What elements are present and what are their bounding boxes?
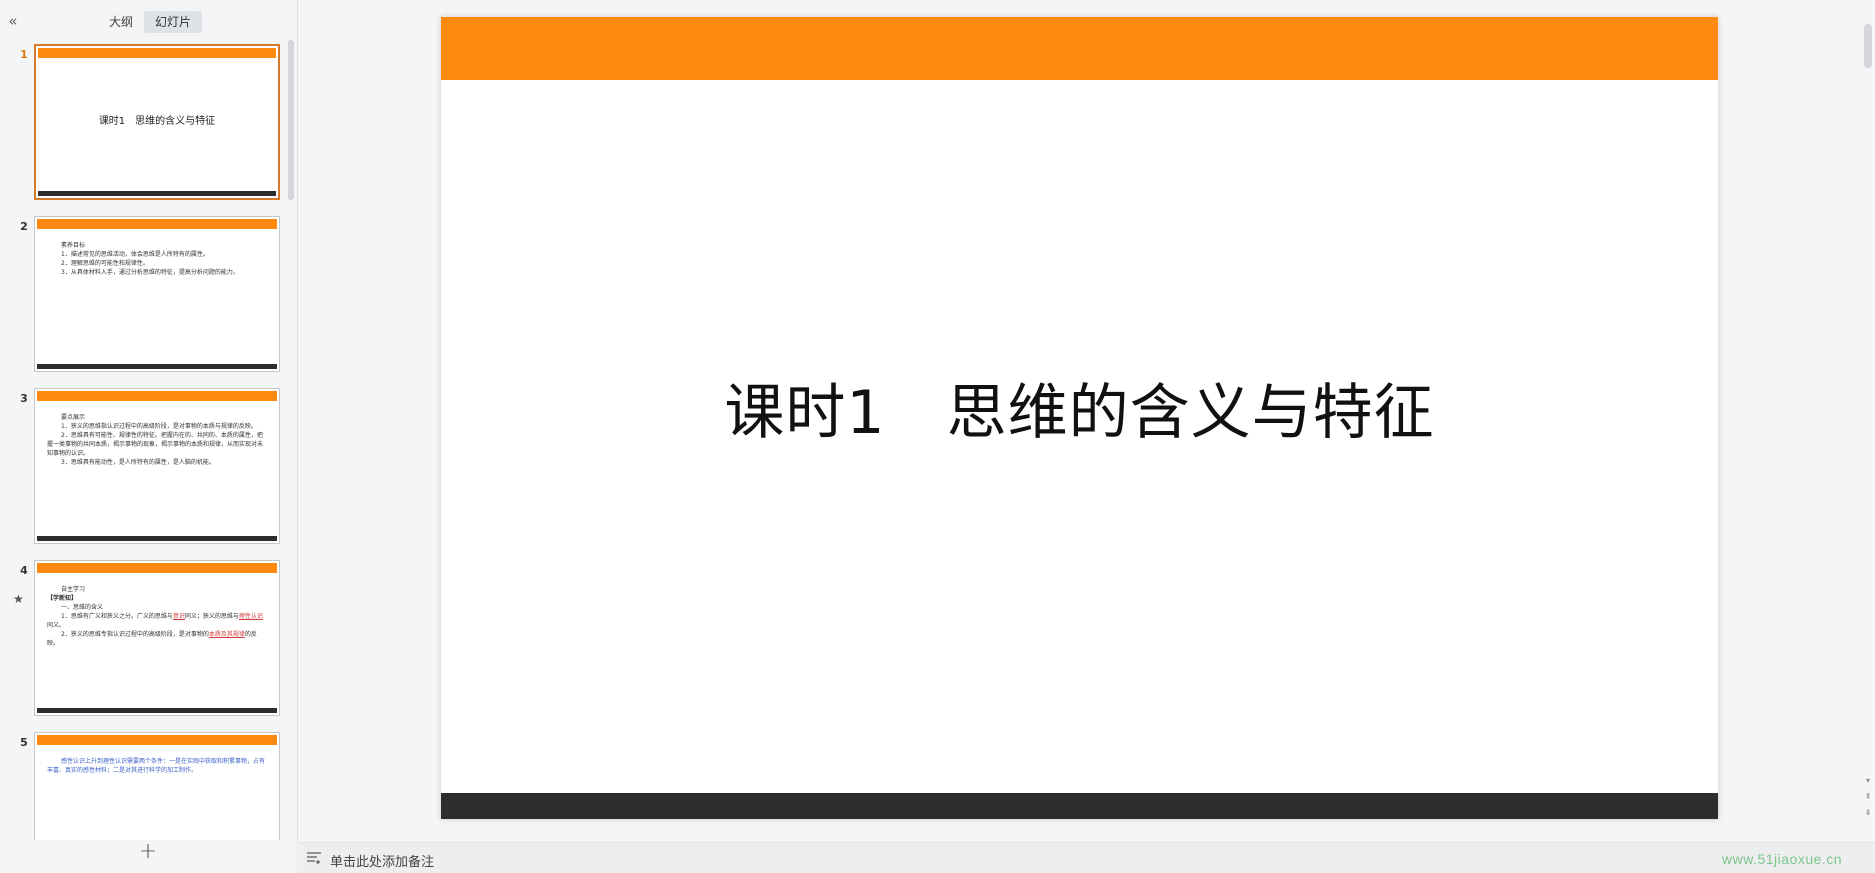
- thumb-text-line: 2．理解思维的可能性和规律性。: [61, 260, 149, 267]
- slide-number: 1: [20, 48, 28, 61]
- current-slide[interactable]: 课时1 思维的含义与特征: [441, 17, 1718, 819]
- slide-number: 5: [20, 736, 28, 749]
- thumb-bottom-bar: [38, 191, 276, 196]
- thumb-text-line: 3．思维具有能动性，是人所特有的属性，是人脑的机能。: [61, 459, 215, 466]
- slide-title[interactable]: 课时1 思维的含义与特征: [441, 364, 1718, 451]
- thumb-bottom-bar: [37, 536, 277, 541]
- thumb-text-line: 1．描述常见的思维活动，体会思维是人所特有的属性。: [61, 251, 209, 258]
- thumb-bottom-bar: [37, 364, 277, 369]
- thumb-bottom-bar: [37, 708, 277, 713]
- thumb-top-bar: [37, 391, 277, 401]
- slide-number: 3: [20, 392, 28, 405]
- previous-slide-icon[interactable]: ⇞: [1863, 792, 1873, 802]
- thumb-text: 同义；狭义的思维与: [184, 613, 239, 620]
- thumb-top-bar: [37, 219, 277, 229]
- thumb-answer: 意识: [172, 613, 185, 620]
- thumb-text-line: 要点展示: [61, 414, 86, 421]
- slide-number: 4: [20, 564, 28, 577]
- next-slide-icon[interactable]: ⇟: [1863, 808, 1873, 818]
- slide-thumbnail-1[interactable]: 课时1 思维的含义与特征: [34, 44, 280, 200]
- thumb-answer: 理性认识: [238, 613, 263, 620]
- thumbnail-row: 2 素养目标 1．描述常见的思维活动，体会思维是人所特有的属性。 2．理解思维的…: [0, 212, 286, 372]
- thumb-text-line: 感性认识上升到理性认识需要两个条件：一是在实践中获取和积累事物，占有丰富、真实的…: [47, 758, 266, 774]
- thumb-top-bar: [37, 735, 277, 745]
- thumb-body: 要点展示 1．狭义的思维指认识过程中的高级阶段，是对事物的本质与规律的反映。 2…: [47, 413, 267, 467]
- thumb-text-line: 一、思维的含义: [61, 604, 104, 611]
- presentation-editor: « 大纲 幻灯片 1 课时1 思维的含义与特征 2 素养目标 1．描述常见的思维…: [0, 0, 1875, 873]
- scroll-down-icon[interactable]: ▾: [1863, 776, 1873, 786]
- notes-list-icon: [307, 852, 321, 864]
- thumb-body: 感性认识上升到理性认识需要两个条件：一是在实践中获取和积累事物，占有丰富、真实的…: [47, 757, 267, 775]
- thumbnail-row: 5 感性认识上升到理性认识需要两个条件：一是在实践中获取和积累事物，占有丰富、真…: [0, 728, 286, 840]
- thumb-title: 课时1 思维的含义与特征: [98, 116, 216, 127]
- tab-outline[interactable]: 大纲: [98, 11, 144, 33]
- view-tabs: 大纲 幻灯片: [98, 11, 203, 33]
- main-scrollbar-thumb[interactable]: [1864, 24, 1872, 68]
- thumb-top-bar: [38, 48, 276, 58]
- thumbnail-list: 1 课时1 思维的含义与特征 2 素养目标 1．描述常见的思维活动，体会思维是人…: [0, 40, 286, 840]
- plus-icon[interactable]: +: [138, 841, 158, 864]
- thumb-text: 同义。: [47, 622, 66, 629]
- slide-thumbnail-2[interactable]: 素养目标 1．描述常见的思维活动，体会思维是人所特有的属性。 2．理解思维的可能…: [34, 216, 280, 372]
- thumb-answer: 本质及其规律: [208, 631, 245, 638]
- thumbnail-row: 1 课时1 思维的含义与特征: [0, 40, 286, 200]
- thumb-text-line: 【学新知】: [47, 595, 78, 602]
- thumb-body: 素养目标 1．描述常见的思维活动，体会思维是人所特有的属性。 2．理解思维的可能…: [47, 241, 267, 277]
- thumb-text: 2．狭义的思维专指认识过程中的高级阶段，是对事物的: [61, 631, 209, 638]
- thumbnail-row: 4 ★ 自主学习 【学新知】 一、思维的含义 1．思维有广义和狭义之分。广义的思…: [0, 556, 286, 716]
- slide-thumbnail-4[interactable]: 自主学习 【学新知】 一、思维的含义 1．思维有广义和狭义之分。广义的思维与意识…: [34, 560, 280, 716]
- star-icon: ★: [13, 592, 24, 606]
- notes-input[interactable]: 单击此处添加备注: [330, 851, 434, 870]
- slide-number: 2: [20, 220, 28, 233]
- thumb-text-line: 自主学习: [61, 586, 86, 593]
- thumbnail-scrollbar[interactable]: [287, 40, 295, 840]
- slide-top-bar: [441, 17, 1718, 80]
- thumb-text-line: 2．狭义的思维专指认识过程中的高级阶段，是对事物的本质及其规律的反映。: [47, 630, 267, 648]
- watermark: www.51jiaoxue.cn: [1722, 851, 1843, 867]
- thumb-text-line: 3．从具体材料入手，通过分析思维的特征，提高分析问题的能力。: [61, 269, 239, 276]
- slide-canvas-area: 课时1 思维的含义与特征: [299, 0, 1859, 842]
- thumbnail-scrollbar-thumb[interactable]: [288, 40, 294, 200]
- slide-bottom-bar: [441, 793, 1718, 819]
- slide-thumbnail-panel: « 大纲 幻灯片 1 课时1 思维的含义与特征 2 素养目标 1．描述常见的思维…: [0, 0, 298, 873]
- thumb-text-line: 1．思维有广义和狭义之分。广义的思维与意识同义；狭义的思维与理性认识同义。: [47, 612, 267, 630]
- notes-bar: 单击此处添加备注 www.51jiaoxue.cn: [299, 842, 1875, 873]
- tab-slides[interactable]: 幻灯片: [144, 11, 203, 33]
- thumb-text-line: 1．狭义的思维指认识过程中的高级阶段，是对事物的本质与规律的反映。: [61, 423, 257, 430]
- thumb-text-line: 2．思维具有可能性、规律性的特征。把握内在的、共同的、本质的属性，把握一类事物的…: [47, 432, 264, 457]
- slide-thumbnail-5[interactable]: 感性认识上升到理性认识需要两个条件：一是在实践中获取和积累事物，占有丰富、真实的…: [34, 732, 280, 840]
- thumb-text: 1．思维有广义和狭义之分。广义的思维与: [61, 613, 173, 620]
- thumb-text-line: 素养目标: [61, 242, 86, 249]
- thumbnail-row: 3 要点展示 1．狭义的思维指认识过程中的高级阶段，是对事物的本质与规律的反映。…: [0, 384, 286, 544]
- main-scrollbar[interactable]: ▾ ⇞ ⇟: [1860, 0, 1875, 842]
- thumb-body: 自主学习 【学新知】 一、思维的含义 1．思维有广义和狭义之分。广义的思维与意识…: [47, 585, 267, 648]
- slide-thumbnail-3[interactable]: 要点展示 1．狭义的思维指认识过程中的高级阶段，是对事物的本质与规律的反映。 2…: [34, 388, 280, 544]
- thumb-top-bar: [37, 563, 277, 573]
- double-chevron-left-icon[interactable]: «: [4, 12, 22, 30]
